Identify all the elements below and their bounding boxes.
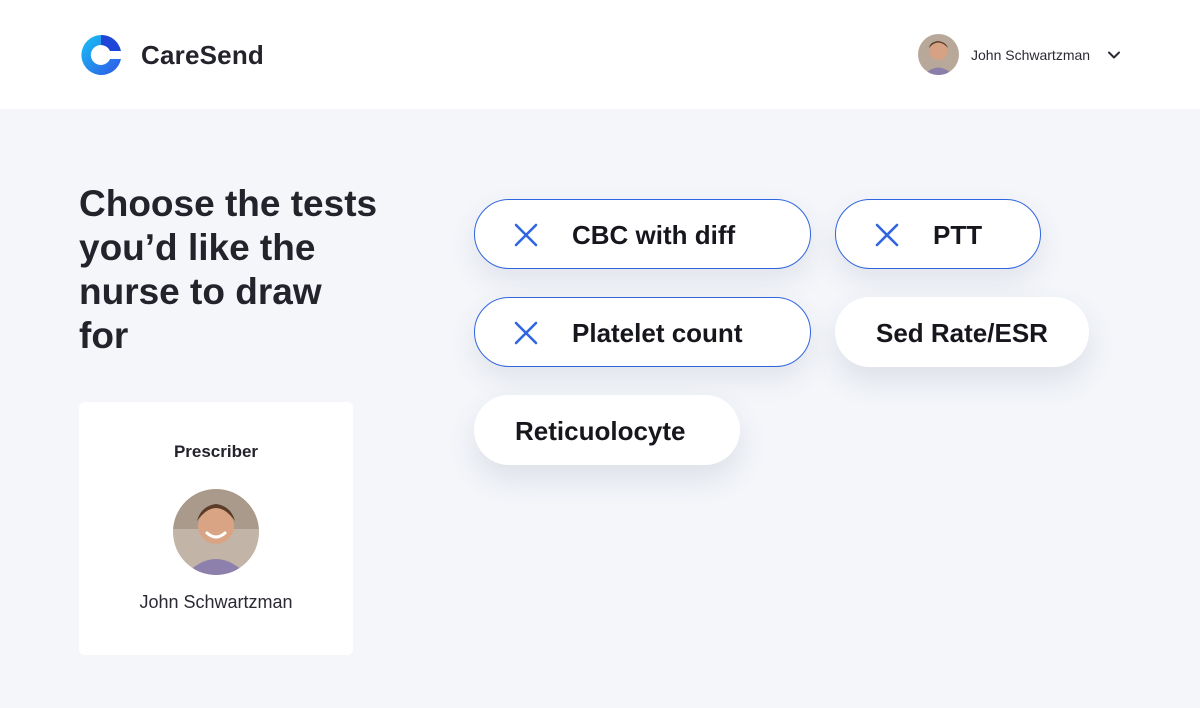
test-chip-label: Platelet count (572, 318, 743, 348)
page-title: Choose the tests you’d like the nurse to… (79, 183, 378, 356)
chevron-down-icon[interactable] (1107, 48, 1121, 62)
prescriber-name: John Schwartzman (139, 592, 293, 612)
test-chip-ptt[interactable]: PTT (835, 199, 1041, 269)
close-icon[interactable] (514, 321, 538, 345)
test-chip-label: Sed Rate/ESR (876, 318, 1048, 348)
prescriber-avatar (173, 489, 259, 575)
test-chip-cbc-with-diff[interactable]: CBC with diff (474, 199, 811, 269)
brand-name: CareSend (141, 40, 264, 70)
user-menu[interactable]: John Schwartzman (918, 34, 1128, 76)
prescriber-card: Prescriber John Schwartzman (79, 402, 353, 655)
main-panel: Choose the tests you’d like the nurse to… (0, 109, 1200, 708)
test-chip-label: Reticuolocyte (515, 416, 686, 446)
close-icon[interactable] (514, 223, 538, 247)
caresend-logo[interactable] (79, 33, 123, 77)
user-avatar (918, 34, 959, 75)
test-chip-label: CBC with diff (572, 220, 736, 250)
test-chip-label: PTT (933, 220, 983, 250)
prescriber-label: Prescriber (173, 442, 259, 461)
test-chip-sed-rate-esr[interactable]: Sed Rate/ESR (835, 297, 1089, 367)
user-name: John Schwartzman (971, 47, 1091, 63)
top-header: CareSend John Schwartzman (0, 0, 1200, 109)
test-chip-platelet-count[interactable]: Platelet count (474, 297, 811, 367)
test-chip-reticuolocyte[interactable]: Reticuolocyte (474, 395, 740, 465)
close-icon[interactable] (875, 223, 899, 247)
